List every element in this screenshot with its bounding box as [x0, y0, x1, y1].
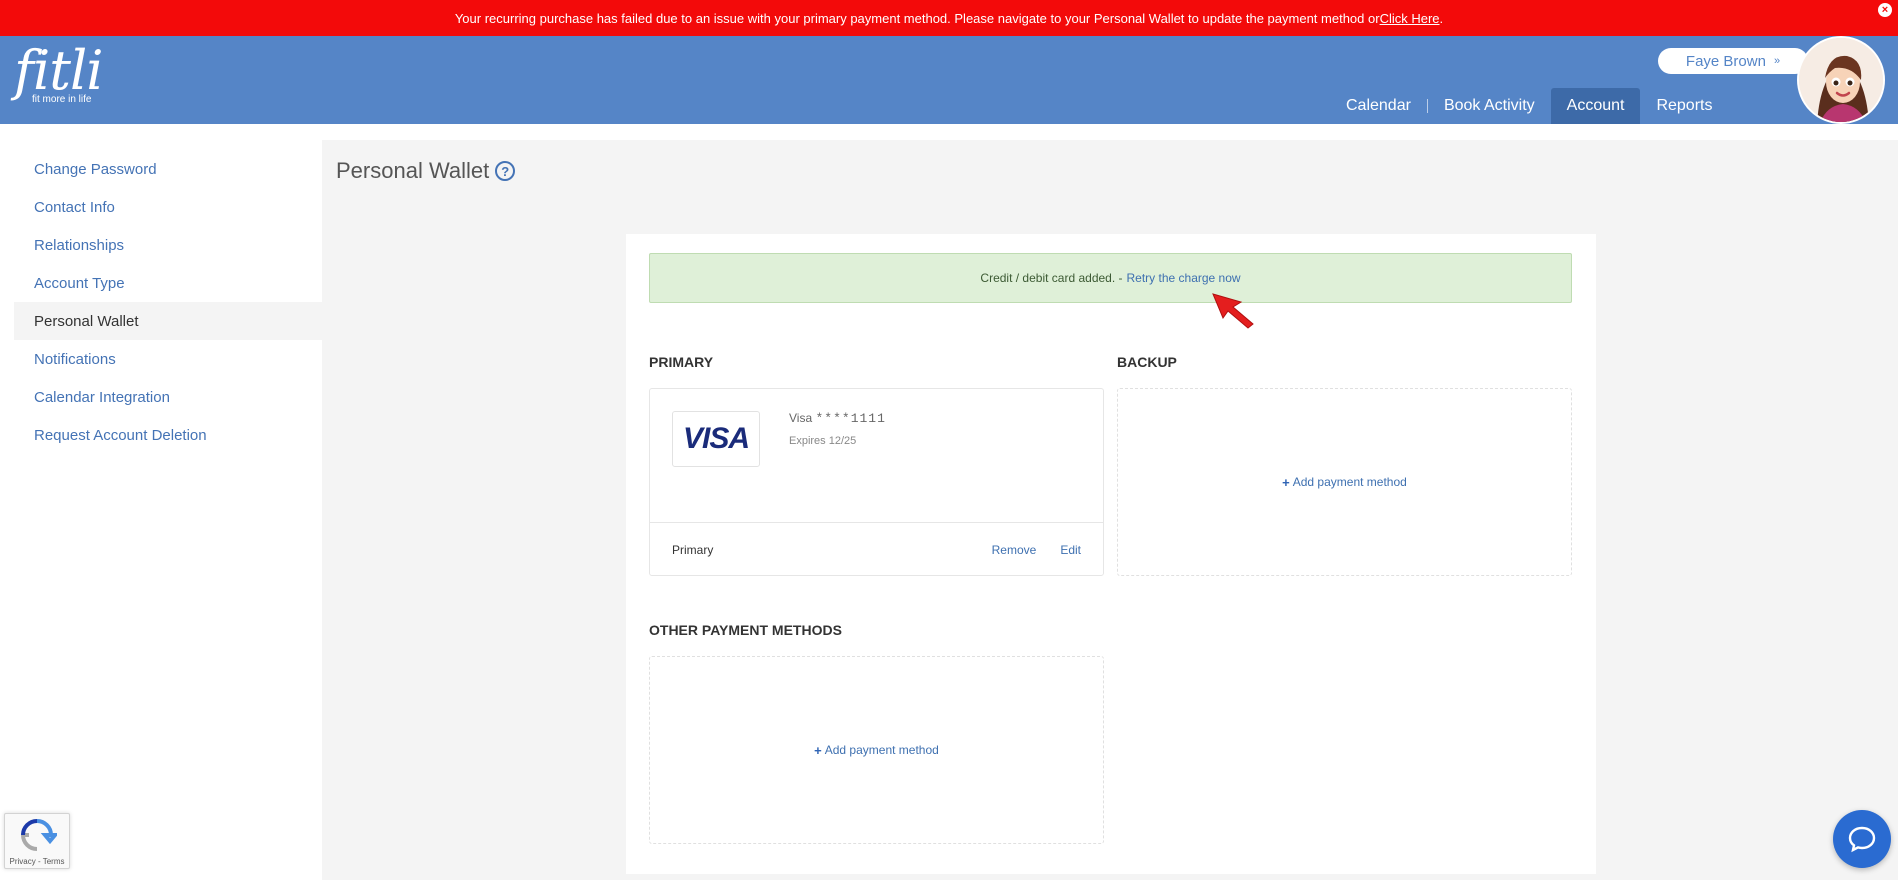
card-expiry: Expires 12/25 [789, 435, 857, 447]
avatar-illustration-icon [1799, 38, 1883, 122]
close-icon[interactable]: × [1878, 3, 1892, 17]
alert-message: Your recurring purchase has failed due t… [454, 10, 1380, 26]
success-message: Credit / debit card added. - Retry the c… [649, 253, 1572, 303]
alert-click-here-link[interactable]: Click Here [1380, 11, 1440, 26]
other-card: + Add payment method [649, 656, 1104, 844]
add-backup-payment-label: Add payment method [1292, 475, 1407, 489]
question-circle-icon[interactable]: ? [495, 161, 516, 181]
card-masked-number: ****1111 [815, 411, 886, 426]
recaptcha-icon [20, 819, 57, 851]
red-pointer-arrow-icon [1212, 293, 1254, 329]
chat-bubble-icon [1848, 826, 1876, 853]
card-footer: Primary Remove Edit [650, 522, 1103, 576]
nav-calendar[interactable]: Calendar [1330, 88, 1427, 124]
recaptcha-label: Privacy - Terms [9, 857, 65, 866]
backup-card: + Add payment method [1117, 388, 1572, 576]
primary-card: VISA Visa ****1111 Expires 12/25 Primary… [649, 388, 1104, 576]
plus-icon: + [1282, 474, 1290, 490]
nav-account[interactable]: Account [1550, 88, 1641, 124]
top-header: fitli fit more in life Faye Brown » Cale… [0, 36, 1898, 124]
sidebar-item-relationships[interactable]: Relationships [14, 226, 322, 264]
add-backup-payment-button[interactable]: + Add payment method [1282, 475, 1407, 490]
alert-suffix: . [1439, 10, 1444, 26]
main-nav: Calendar Book Activity Account Reports [1330, 88, 1728, 124]
user-name: Faye Brown [1685, 52, 1766, 70]
fitli-logo[interactable]: fitli fit more in life [14, 39, 103, 106]
chat-button[interactable] [1833, 810, 1891, 868]
nav-reports[interactable]: Reports [1640, 88, 1728, 124]
remove-card-button[interactable]: Remove [992, 543, 1037, 557]
page-title: Personal Wallet ? [336, 158, 516, 184]
recaptcha-badge[interactable]: Privacy - Terms [4, 813, 70, 869]
payment-failure-alert: Your recurring purchase has failed due t… [0, 0, 1898, 36]
account-sidebar: Change Password Contact Info Relationshi… [14, 150, 322, 454]
sidebar-item-personal-wallet[interactable]: Personal Wallet [14, 302, 322, 340]
user-menu-button[interactable]: Faye Brown » [1658, 48, 1808, 74]
primary-section-title: PRIMARY [649, 354, 714, 370]
sidebar-item-calendar-integration[interactable]: Calendar Integration [14, 378, 322, 416]
retry-charge-link[interactable]: Retry the charge now [1127, 271, 1241, 285]
nav-book-activity[interactable]: Book Activity [1428, 88, 1551, 124]
backup-section-title: BACKUP [1117, 354, 1177, 370]
wallet-panel: Credit / debit card added. - Retry the c… [626, 234, 1596, 874]
sidebar-item-notifications[interactable]: Notifications [14, 340, 322, 378]
add-other-payment-button[interactable]: + Add payment method [814, 743, 939, 758]
sidebar-item-request-account-deletion[interactable]: Request Account Deletion [14, 416, 322, 454]
sidebar-item-change-password[interactable]: Change Password [14, 150, 322, 188]
card-number: Visa ****1111 [789, 411, 886, 426]
success-text: Credit / debit card added. - [980, 271, 1123, 285]
add-other-payment-label: Add payment method [824, 743, 939, 757]
card-footer-label: Primary [672, 542, 714, 557]
card-brand: Visa [789, 411, 813, 425]
visa-logo-icon: VISA [672, 411, 760, 467]
visa-logo-text: VISA [682, 422, 750, 455]
plus-icon: + [814, 742, 822, 758]
other-section-title: OTHER PAYMENT METHODS [649, 622, 842, 638]
logo-word: fitli [14, 39, 103, 102]
sidebar-item-account-type[interactable]: Account Type [14, 264, 322, 302]
main-content: Personal Wallet ? Credit / debit card ad… [322, 140, 1898, 880]
page-title-text: Personal Wallet [336, 158, 490, 183]
sidebar-item-contact-info[interactable]: Contact Info [14, 188, 322, 226]
avatar[interactable] [1797, 36, 1885, 124]
chevron-down-icon: » [1773, 55, 1781, 67]
edit-card-button[interactable]: Edit [1060, 543, 1081, 557]
